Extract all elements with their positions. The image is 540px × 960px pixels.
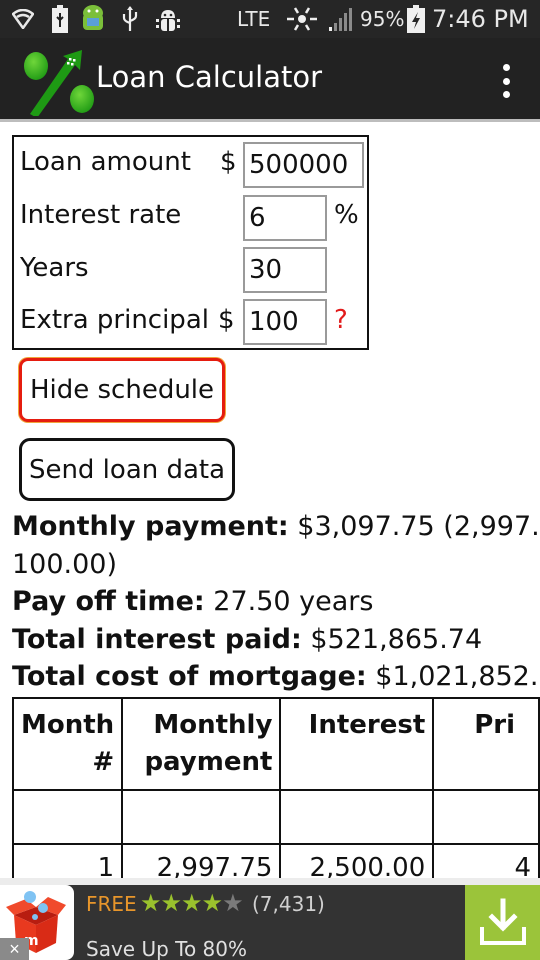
amortization-schedule-table: Month # Monthly payment Interest Pri 1 2,9… <box>11 697 540 899</box>
monthly-payment-value: $3,097.75 (2,997.75 + <box>297 511 540 542</box>
ad-rating-stars: ★★★★★ <box>140 889 244 918</box>
total-interest-label: Total interest paid: <box>12 623 302 655</box>
payoff-time-line: Pay off time: 27.50 years <box>12 583 540 621</box>
loan-results: Monthly payment: $3,097.75 (2,997.75 + 1… <box>12 508 540 696</box>
star-icon: ★ <box>160 890 182 917</box>
download-icon <box>479 898 526 945</box>
star-icon: ★ <box>140 890 161 917</box>
column-header-month: Month # <box>11 697 124 791</box>
extra-principal-currency: $ <box>218 305 235 335</box>
clock: 7:46 PM <box>432 5 529 33</box>
loan-amount-currency: $ <box>220 147 237 177</box>
battery-percent: 95% <box>360 7 405 31</box>
overflow-menu-icon[interactable] <box>496 64 516 98</box>
interest-rate-percent: % <box>334 200 359 230</box>
ad-review-count: (7,431) <box>252 892 325 916</box>
ad-free-badge: FREE <box>86 892 137 916</box>
status-bar: LTE 95% 7:46 PM <box>0 0 540 38</box>
total-cost-line: Total cost of mortgage: $1,021,852.28 <box>12 658 540 696</box>
column-header-principal: Pri <box>432 697 540 791</box>
column-header-monthly-payment: Monthly payment <box>121 697 282 791</box>
table-cell <box>432 789 540 845</box>
extra-principal-input[interactable] <box>243 299 327 345</box>
debug-bug-icon <box>155 0 181 38</box>
star-icon: ★ <box>201 890 223 917</box>
monthly-payment-line: Monthly payment: $3,097.75 (2,997.75 + <box>12 508 540 546</box>
table-row <box>11 789 540 845</box>
hide-schedule-button[interactable]: Hide schedule <box>19 358 225 422</box>
total-cost-value: $1,021,852.28 <box>375 661 540 692</box>
android-app-icon <box>80 0 106 38</box>
ad-close-button[interactable]: × <box>0 938 29 960</box>
total-cost-label: Total cost of mortgage: <box>12 661 367 692</box>
network-type: LTE <box>237 7 271 31</box>
action-bar: Loan Calculator <box>0 38 540 122</box>
monthly-payment-continuation: 100.00) <box>12 548 118 580</box>
battery-charging-icon <box>407 0 425 38</box>
payoff-time-label: Pay off time: <box>12 586 205 617</box>
payoff-time-value: 27.50 years <box>204 586 374 617</box>
column-header-interest: Interest <box>279 697 435 791</box>
years-label: Years <box>20 253 89 283</box>
table-header-row: Month # Monthly payment Interest Pri <box>11 697 540 791</box>
wifi-icon <box>12 0 34 38</box>
ad-download-button[interactable] <box>465 885 540 960</box>
percent-arrow-logo-icon[interactable] <box>20 44 96 121</box>
usb-icon <box>120 0 140 38</box>
interest-rate-label: Interest rate <box>20 200 182 230</box>
app-title: Loan Calculator <box>96 60 323 94</box>
loan-amount-label: Loan amount <box>20 147 191 177</box>
star-empty-icon: ★ <box>222 890 243 917</box>
extra-principal-help-button[interactable]: ? <box>334 305 348 335</box>
years-input[interactable] <box>243 247 327 293</box>
usb-battery-icon <box>52 0 68 38</box>
extra-principal-label: Extra principal <box>20 305 209 335</box>
send-loan-data-button[interactable]: Send loan data <box>19 438 235 501</box>
brightness-icon <box>285 0 319 38</box>
loan-amount-input[interactable] <box>243 142 364 188</box>
total-interest-line: Total interest paid: $521,865.74 <box>12 621 540 659</box>
total-interest-value: $521,865.74 <box>301 623 483 655</box>
table-cell <box>279 789 435 845</box>
interest-rate-input[interactable] <box>243 195 327 241</box>
monthly-payment-label: Monthly payment: <box>12 511 289 542</box>
star-icon: ★ <box>181 890 202 917</box>
signal-icon <box>327 0 353 38</box>
ad-subtitle: Save Up To 80% <box>86 937 248 960</box>
table-cell <box>11 789 124 845</box>
table-cell <box>121 789 282 845</box>
ad-banner[interactable]: m × FREE ★★★★★ (7,431) Save Up To 80% <box>0 885 540 960</box>
loan-input-form: Loan amount $ Interest rate % Years Extr… <box>12 135 369 350</box>
